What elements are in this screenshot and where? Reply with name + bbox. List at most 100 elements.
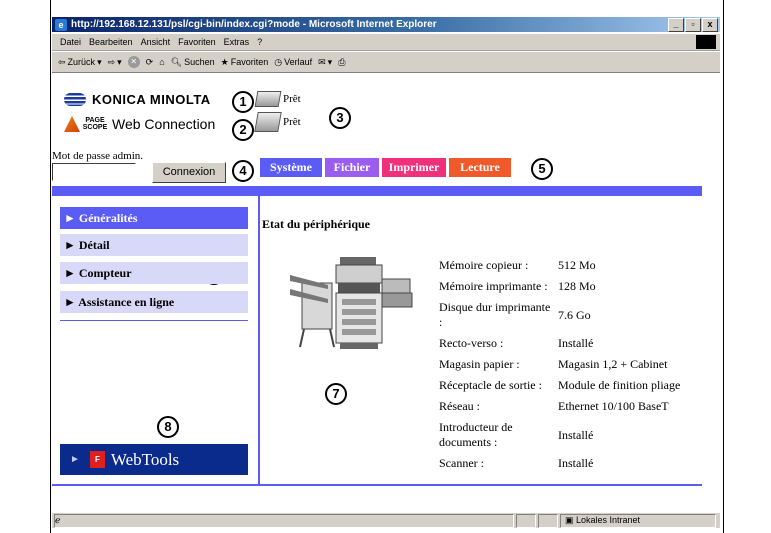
back-button[interactable]: ⇦ Zurück ▾ (58, 57, 102, 68)
spec-key: Introducteur de documents : (439, 420, 513, 449)
printer-icon (254, 91, 282, 107)
search-label: Suchen (184, 57, 215, 67)
webtools-button[interactable]: ► F WebTools (60, 444, 248, 475)
favorites-button[interactable]: ★ Favoriten (221, 57, 269, 68)
pagescope-icon (64, 116, 80, 132)
menu-bearbeiten[interactable]: Bearbeiten (89, 37, 133, 47)
intranet-icon: ▣ (565, 515, 577, 525)
tab-imprimer[interactable]: Imprimer (382, 158, 446, 177)
status-panel (538, 514, 558, 528)
spec-row: Introducteur de documents : Installé (439, 417, 680, 453)
search-icon: 🔍︎ (170, 56, 183, 67)
sidebar-item-compteur[interactable]: ► Compteur (60, 262, 248, 284)
web-connection-logo: PAGE SCOPE Web Connection (64, 116, 215, 132)
arrow-right-icon: ► (70, 454, 80, 465)
konica-globe-icon (64, 93, 86, 106)
menu-extras[interactable]: Extras (224, 37, 250, 47)
search-button[interactable]: 🔍︎ Suchen (171, 57, 215, 68)
minimize-button[interactable]: _ (668, 18, 684, 32)
callout-2: 2 (232, 119, 254, 141)
browser-statusbar: ℯ ▣ Lokales Intranet (52, 512, 720, 528)
spec-value: Magasin 1,2 + Cabinet (558, 357, 668, 371)
callout-5: 5 (531, 158, 553, 180)
status-text-2: Prêt (283, 116, 301, 128)
print-button[interactable]: ⎙ (338, 57, 345, 68)
menu-datei[interactable]: Datei (60, 37, 81, 47)
history-label: Verlauf (284, 57, 313, 67)
sidebar-item-generalites[interactable]: ► Généralités (60, 207, 248, 229)
refresh-icon: ⟳ (145, 56, 154, 67)
callout-1: 1 (232, 91, 254, 113)
refresh-button[interactable]: ⟳ (146, 57, 154, 68)
spec-key: Disque dur imprimante : (439, 300, 551, 329)
spec-key: Recto-verso : (439, 336, 504, 350)
tab-lecture[interactable]: Lecture (449, 158, 511, 177)
spec-row: Mémoire copieur : 512 Mo (439, 255, 680, 276)
spec-row: Magasin papier : Magasin 1,2 + Cabinet (439, 354, 680, 375)
spec-value: 512 Mo (558, 258, 596, 272)
history-button[interactable]: ◷ Verlauf (274, 57, 312, 68)
status-message: ℯ (54, 514, 514, 528)
mail-button[interactable]: ✉ ▾ (318, 57, 332, 68)
login-button[interactable]: Connexion (152, 162, 226, 183)
product-name: Web Connection (112, 116, 216, 132)
printer-status-1: Prêt (254, 91, 301, 107)
printer-status-2: Prêt (254, 112, 301, 132)
sidebar-divider (60, 320, 248, 321)
print-icon: ⎙ (338, 56, 346, 67)
browser-toolbar: ⇦ Zurück ▾ ⇨ ▾ ✕ ⟳ ⌂ 🔍︎ Suchen ★ Favoriten … (52, 52, 720, 73)
brand-name: KONICA MINOLTA (92, 92, 211, 107)
callout-4: 4 (232, 160, 254, 182)
sidebar-item-assistance[interactable]: ► Assistance en ligne (60, 291, 248, 313)
favorites-icon: ★ (220, 56, 229, 67)
content-divider (258, 196, 260, 485)
spec-value: Installé (558, 427, 594, 442)
sidebar-item-detail[interactable]: ► Détail (60, 234, 248, 256)
back-arrow-icon: ⇦ (58, 56, 66, 67)
forward-button[interactable]: ⇨ ▾ (108, 57, 122, 68)
fiery-icon: F (89, 451, 105, 468)
ie-icon: e (55, 18, 67, 31)
home-icon: ⌂ (159, 57, 165, 67)
menu-bar: Datei Bearbeiten Ansicht Favoriten Extra… (52, 34, 720, 51)
pagescope-label: PAGE SCOPE (82, 117, 108, 131)
spec-key: Mémoire imprimante : (439, 279, 548, 293)
header-divider-bar (52, 186, 702, 196)
device-info-table: Mémoire copieur : 512 Mo Mémoire imprimant… (439, 255, 680, 474)
back-label: Zurück (67, 57, 96, 67)
webtools-label: WebTools (110, 449, 180, 469)
admin-password-label: Mot de passe admin. (52, 150, 144, 162)
spec-row: Scanner : Installé (439, 453, 680, 474)
spec-key: Magasin papier : (439, 357, 520, 371)
tab-systeme[interactable]: Système (260, 158, 322, 177)
tab-fichier[interactable]: Fichier (325, 158, 379, 177)
spec-key: Scanner : (439, 456, 484, 470)
mail-icon: ✉ (318, 56, 326, 67)
menu-ansicht[interactable]: Ansicht (141, 37, 171, 47)
spec-row: Disque dur imprimante : 7.6 Go (439, 297, 680, 333)
spec-value: Module de finition pliage (558, 378, 681, 392)
security-zone: ▣ Lokales Intranet (560, 514, 716, 528)
menu-help[interactable]: ? (257, 37, 262, 47)
spec-row: Mémoire imprimante : 128 Mo (439, 276, 680, 297)
stop-icon: ✕ (127, 56, 140, 68)
zone-label: Lokales Intranet (576, 515, 641, 525)
page-title: Etat du périphérique (262, 217, 371, 231)
home-button[interactable]: ⌂ (159, 57, 164, 67)
history-icon: ◷ (274, 56, 283, 67)
callout-7: 7 (325, 383, 347, 405)
menu-favoriten[interactable]: Favoriten (178, 37, 216, 47)
status-panel (516, 514, 536, 528)
maximize-button[interactable]: ▫ (685, 18, 701, 32)
close-button[interactable]: x (702, 18, 718, 32)
spec-row: Recto-verso : Installé (439, 333, 680, 354)
callout-8: 8 (157, 416, 179, 438)
page-icon: ℯ (55, 515, 61, 525)
web-page: KONICA MINOLTA PAGE SCOPE Web Connection… (52, 74, 720, 507)
status-text-1: Prêt (283, 93, 301, 105)
footer-divider (52, 484, 702, 486)
admin-password-input[interactable] (52, 163, 136, 181)
stop-button[interactable]: ✕ (127, 56, 140, 68)
copier-machine-image (290, 257, 413, 349)
spec-value: 7.6 Go (558, 307, 591, 322)
